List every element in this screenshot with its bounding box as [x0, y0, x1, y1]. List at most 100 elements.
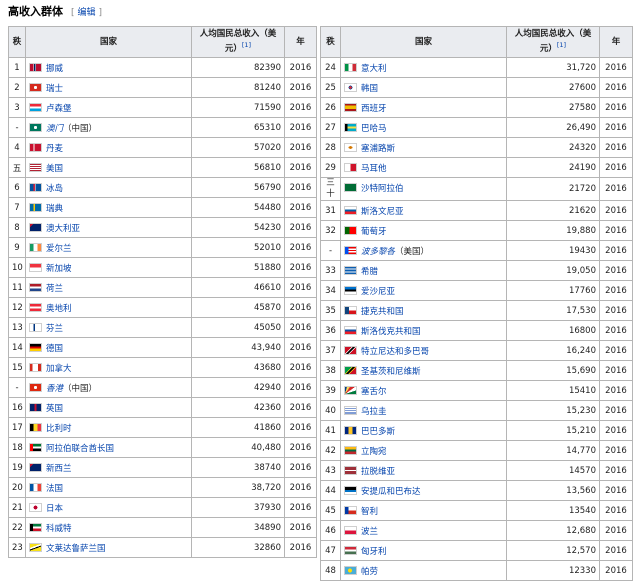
income-header[interactable]: 人均国民总收入（美元）[1] [506, 26, 600, 58]
country-link[interactable]: 科威特 [46, 524, 72, 534]
country-link[interactable]: 爱沙尼亚 [361, 287, 395, 297]
year-header[interactable]: 年 [284, 26, 317, 58]
year-cell: 2016 [599, 77, 633, 98]
country-link[interactable]: 特立尼达和多巴哥 [361, 347, 429, 357]
country-link[interactable]: 沙特阿拉伯 [361, 184, 404, 194]
rank-cell: 48 [320, 560, 341, 581]
country-link[interactable]: 法国 [46, 484, 63, 494]
country-link[interactable]: 巴巴多斯 [361, 427, 395, 437]
country-link[interactable]: 芬兰 [46, 324, 63, 334]
country-link[interactable]: 圣基茨和尼维斯 [361, 367, 421, 377]
country-link[interactable]: 瑞典 [46, 204, 63, 214]
country-link[interactable]: 西班牙 [361, 104, 387, 114]
country-link[interactable]: 荷兰 [46, 284, 63, 294]
country-link[interactable]: 帕劳 [361, 567, 378, 577]
rank-cell: 31 [320, 200, 341, 221]
country-link[interactable]: 立陶宛 [361, 447, 387, 457]
country-link[interactable]: 新加坡 [46, 264, 72, 274]
edit-link[interactable]: 编辑 [78, 8, 96, 18]
table-row: 34 爱沙尼亚 17760 2016 [320, 280, 633, 301]
income-cell: 21720 [506, 177, 600, 201]
year-cell: 2016 [599, 420, 633, 441]
income-cell: 81240 [191, 77, 285, 98]
country-link[interactable]: 丹麦 [46, 144, 63, 154]
country-link[interactable]: 马耳他 [361, 164, 387, 174]
country-link[interactable]: 乌拉圭 [361, 407, 387, 417]
year-cell: 2016 [599, 380, 633, 401]
year-cell: 2016 [284, 77, 317, 98]
section-title: 高收入群体 [8, 5, 63, 18]
flag-icon [344, 62, 357, 72]
country-link[interactable]: 意大利 [361, 64, 387, 74]
income-cell: 42940 [191, 377, 285, 398]
flag-icon [29, 162, 42, 172]
country-link[interactable]: 捷克共和国 [361, 307, 404, 317]
country-link[interactable]: 澳门 [46, 124, 63, 134]
flag-icon [29, 422, 42, 432]
reference-link[interactable]: [1] [557, 41, 566, 49]
country-link[interactable]: 卢森堡 [46, 104, 72, 114]
rank-cell: 2 [8, 77, 26, 98]
country-cell: 日本 [25, 497, 192, 518]
table-row: 8 澳大利亚 54230 2016 [8, 217, 317, 238]
table-row: 31 斯洛文尼亚 21620 2016 [320, 200, 633, 221]
year-header[interactable]: 年 [599, 26, 633, 58]
income-header[interactable]: 人均国民总收入（美元）[1] [191, 26, 285, 58]
country-link[interactable]: 斯洛伐克共和国 [361, 327, 421, 337]
country-header[interactable]: 国家 [25, 26, 192, 58]
flag-icon [344, 385, 357, 395]
country-link[interactable]: 智利 [361, 507, 378, 517]
country-link[interactable]: 挪威 [46, 64, 63, 74]
country-link[interactable]: 安提瓜和巴布达 [361, 487, 421, 497]
rank-cell: 47 [320, 540, 341, 561]
year-cell: 2016 [599, 280, 633, 301]
year-cell: 2016 [599, 480, 633, 501]
country-link[interactable]: 冰岛 [46, 184, 63, 194]
country-link[interactable]: 瑞士 [46, 84, 63, 94]
country-header[interactable]: 国家 [340, 26, 507, 58]
country-link[interactable]: 韩国 [361, 84, 378, 94]
flag-icon [344, 445, 357, 455]
country-link[interactable]: 塞舌尔 [361, 387, 387, 397]
country-link[interactable]: 德国 [46, 344, 63, 354]
rank-header[interactable]: 秩 [320, 26, 341, 58]
flag-icon [29, 542, 42, 552]
country-link[interactable]: 日本 [46, 504, 63, 514]
country-link[interactable]: 加拿大 [46, 364, 72, 374]
rank-cell: 22 [8, 517, 26, 538]
rank-cell: 15 [8, 357, 26, 378]
income-cell: 15,230 [506, 400, 600, 421]
country-link[interactable]: 阿拉伯联合酋长国 [46, 444, 114, 454]
country-link[interactable]: 奥地利 [46, 304, 72, 314]
rank-header[interactable]: 秩 [8, 26, 26, 58]
country-link[interactable]: 拉脱维亚 [361, 467, 395, 477]
country-link[interactable]: 文莱达鲁萨兰国 [46, 544, 106, 554]
country-link[interactable]: 香港 [46, 384, 63, 394]
country-link[interactable]: 澳大利亚 [46, 224, 80, 234]
rank-cell: 五 [8, 157, 26, 178]
country-link[interactable]: 英国 [46, 404, 63, 414]
country-link[interactable]: 爱尔兰 [46, 244, 72, 254]
country-link[interactable]: 美国 [46, 164, 63, 174]
country-link[interactable]: 巴哈马 [361, 124, 387, 134]
country-link[interactable]: 塞浦路斯 [361, 144, 395, 154]
country-link[interactable]: 比利时 [46, 424, 72, 434]
country-link[interactable]: 新西兰 [46, 464, 72, 474]
country-cell: 文莱达鲁萨兰国 [25, 537, 192, 558]
income-cell: 17,530 [506, 300, 600, 321]
country-link[interactable]: 葡萄牙 [361, 227, 387, 237]
reference-link[interactable]: [1] [242, 41, 251, 49]
country-link[interactable]: 波多黎各 [361, 247, 395, 257]
flag-icon [344, 565, 357, 575]
country-link[interactable]: 希腊 [361, 267, 378, 277]
year-cell: 2016 [284, 277, 317, 298]
country-link[interactable]: 波兰 [361, 527, 378, 537]
country-link[interactable]: 斯洛文尼亚 [361, 207, 404, 217]
income-cell: 54230 [191, 217, 285, 238]
country-cell: 乌拉圭 [340, 400, 507, 421]
country-link[interactable]: 匈牙利 [361, 547, 387, 557]
table-row: 19 新西兰 38740 2016 [8, 457, 317, 478]
rank-cell: - [8, 377, 26, 398]
rank-cell: 29 [320, 157, 341, 178]
income-cell: 43,940 [191, 337, 285, 358]
